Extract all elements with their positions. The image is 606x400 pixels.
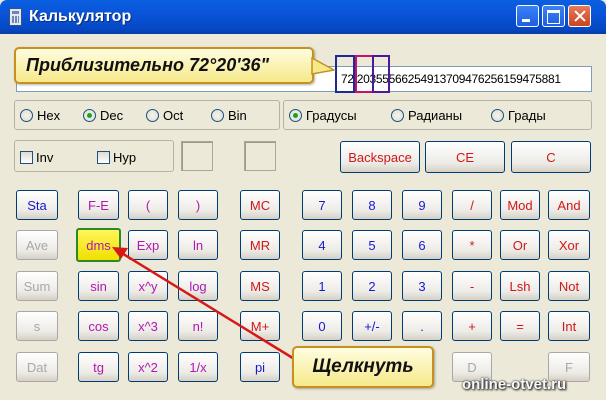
callout-pointer (311, 56, 337, 75)
callout-tail (311, 56, 337, 75)
watermark-text: online-otvet.ru (462, 376, 567, 393)
click-text: Щелкнуть (312, 356, 414, 377)
click-callout: Щелкнуть (292, 346, 434, 388)
calculator-window: Калькулятор 72.2035556625491370947625615… (0, 0, 606, 400)
